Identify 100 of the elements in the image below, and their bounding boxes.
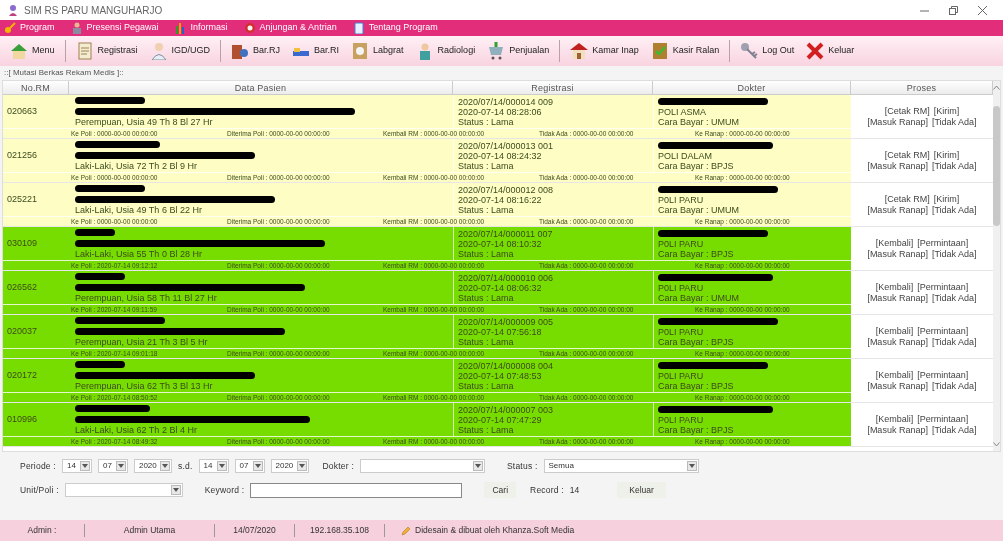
table-row[interactable] [3,403,851,446]
table-cell-text: 2020/07/14/000010 006 [458,272,555,283]
dropdown-arrow-icon [161,464,168,468]
close-icon [978,5,987,15]
action-link[interactable]: [Kirim] [933,105,960,117]
action-link[interactable]: [Kirim] [933,149,960,161]
menu-item[interactable]: Anjungan & Antrian [243,21,337,35]
scrollbar[interactable] [993,81,1000,451]
dropdown[interactable]: 07 [234,459,265,473]
action-link[interactable]: [Permintaan] [917,237,969,249]
toolbar-button[interactable]: Kasir Ralan [644,38,726,64]
dropdown[interactable]: 2020 [133,459,172,473]
action-link[interactable]: [Permintaan] [917,413,969,425]
toolbar-button[interactable]: Radiologi [409,38,482,64]
field-label: Periode : [20,459,56,473]
menu-item[interactable]: Presensi Pegawai [70,21,159,35]
status-text: Admin : [0,524,85,537]
action-link[interactable]: [Kirim] [933,193,960,205]
action-link[interactable]: [Permintaan] [917,281,969,293]
toolbar-button[interactable]: Kamar Inap [564,38,645,64]
action-link[interactable]: [Masuk Ranap] [867,380,928,392]
action-link[interactable]: [Tidak Ada] [931,424,977,436]
table-cell-text: 2020-07-14 07:47:29 [458,414,543,425]
action-link[interactable]: [Tidak Ada] [931,116,977,128]
dropdown[interactable]: 07 [97,459,128,473]
maximize-icon [949,5,958,15]
search-button[interactable]: Cari [484,482,517,498]
toolbar-button[interactable]: Bar.RI [286,38,346,64]
toolbar-button[interactable]: Keluar [800,38,861,64]
action-link[interactable]: [Kembali] [875,237,914,249]
action-link[interactable]: [Masuk Ranap] [867,292,928,304]
table-row[interactable] [3,359,851,402]
action-link[interactable]: [Tidak Ada] [931,204,977,216]
table-cell-text: 010996 [7,412,38,426]
action-link[interactable]: [Masuk Ranap] [867,248,928,260]
table-cell-text: Status : Lama [458,336,515,347]
column-header[interactable]: No.RM [3,81,69,94]
table-row[interactable] [3,227,851,270]
redaction-mark [75,229,115,236]
action-link[interactable]: [Cetak RM] [884,193,930,205]
dropdown[interactable]: 14 [198,459,229,473]
table-cell-text: Cara Bayar : BPJS [658,249,735,259]
toolbar-button[interactable]: Log Out [734,38,801,64]
table-cell-text: P0LI PARU [658,239,705,249]
table-row[interactable] [3,139,851,182]
table-cell-text: 2020-07-14 08:10:32 [458,238,543,249]
dropdown-arrow-icon [254,464,261,468]
menu-item[interactable]: Informasi [174,21,228,35]
action-link[interactable]: [Masuk Ranap] [867,160,928,172]
action-link[interactable]: [Masuk Ranap] [867,336,928,348]
action-link[interactable]: [Permintaan] [917,325,969,337]
toolbar-button[interactable]: IGD/UGD [143,38,217,64]
table-cell-text: 2020-07-14 08:28:06 [458,106,543,117]
menu-item[interactable]: Tentang Program [352,21,438,35]
redaction-mark [75,185,145,192]
column-header[interactable]: Registrasi [453,81,653,94]
table-row[interactable] [3,95,851,138]
action-link[interactable]: [Kembali] [875,281,914,293]
field-label: Dokter : [322,459,354,473]
action-link[interactable]: [Tidak Ada] [931,292,977,304]
status-text: Admin Utama [85,524,215,537]
key-icon [740,42,759,60]
redaction-mark [75,97,145,104]
table-row[interactable] [3,271,851,314]
action-link[interactable]: [Kembali] [875,369,914,381]
dropdown[interactable]: Semua [543,459,699,473]
action-link[interactable]: [Tidak Ada] [931,160,977,172]
panel-title: ::[ Mutasi Berkas Rekam Medis ]:: [3,67,125,79]
action-link[interactable]: [Masuk Ranap] [867,116,928,128]
action-link[interactable]: [Masuk Ranap] [867,424,928,436]
table-cell-text: 2020/07/14/000009 005 [458,316,555,327]
table-cell-text: Cara Bayar : BPJS [658,337,735,347]
keyword-field[interactable] [250,482,463,498]
action-link[interactable]: [Cetak RM] [884,105,930,117]
toolbar-button[interactable]: Registrasi [69,38,144,64]
toolbar-button[interactable]: Labgrat [345,38,410,64]
toolbar-button[interactable]: Menu [4,38,61,64]
table-cell-text: POLI DALAM [658,151,714,161]
toolbar-button[interactable]: Penjualan [481,38,556,64]
action-link[interactable]: [Kembali] [875,325,914,337]
bar-chart-icon [174,22,187,34]
exit-button[interactable]: Keluar [617,482,666,498]
action-link[interactable]: [Cetak RM] [884,149,930,161]
toolbar-button[interactable]: Bar.RJ [225,38,287,64]
table-row[interactable] [3,315,851,358]
table-cell-text: Status : Lama [458,116,515,127]
field-label: Keyword : [204,483,245,497]
menu-item[interactable]: Program [4,21,55,35]
action-link[interactable]: [Permintaan] [917,369,969,381]
dropdown[interactable]: 14 [61,459,92,473]
action-link[interactable]: [Tidak Ada] [931,380,977,392]
action-link[interactable]: [Tidak Ada] [931,248,977,260]
action-link[interactable]: [Masuk Ranap] [867,204,928,216]
dropdown[interactable]: 2020 [270,459,309,473]
table-row[interactable] [3,183,851,226]
table-cell-text: Laki-Laki, Usia 72 Th 2 Bl 9 Hr [75,161,198,172]
action-link[interactable]: [Tidak Ada] [931,336,977,348]
action-link[interactable]: [Kembali] [875,413,914,425]
column-header[interactable]: Dokter [653,81,851,94]
column-header[interactable]: Data Pasien [69,81,453,94]
